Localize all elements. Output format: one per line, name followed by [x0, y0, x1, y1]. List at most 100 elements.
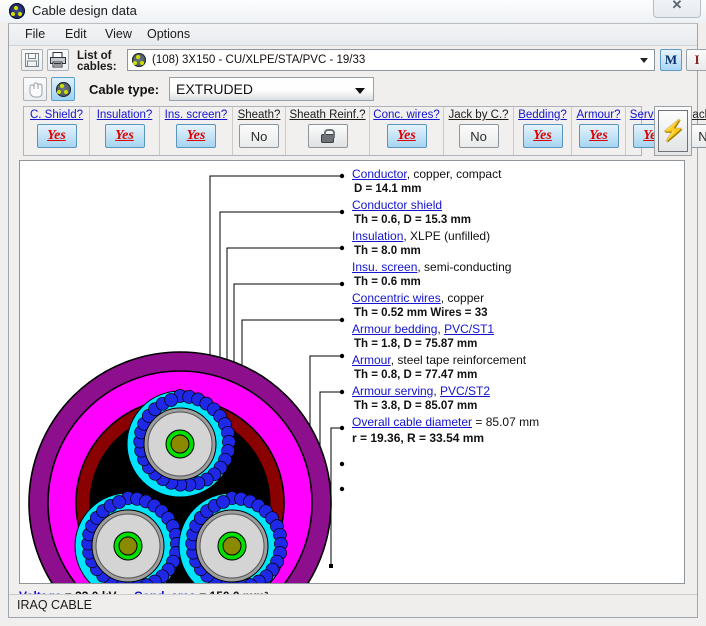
cable-icon-button[interactable]	[51, 77, 75, 101]
m-button[interactable]: M	[660, 49, 682, 71]
legend-link[interactable]: Armour bedding	[352, 322, 437, 336]
hand-glyph	[29, 82, 43, 98]
save-glyph	[25, 53, 39, 67]
legend-link[interactable]: Overall cable diameter	[352, 415, 472, 429]
legend-primary-line: Conductor shield	[352, 198, 682, 213]
cable-list-combobox[interactable]: (108) 3X150 - CU/XLPE/STA/PVC - 19/33	[127, 49, 655, 71]
i-button[interactable]: I	[686, 49, 706, 71]
legend-link-secondary[interactable]: PVC/ST2	[440, 384, 490, 398]
lock-icon	[321, 129, 335, 143]
legend-primary-line: r = 19.36, R = 33.54 mm	[352, 431, 682, 446]
chevron-down-icon[interactable]	[355, 88, 365, 94]
legend-item: Armour bedding, PVC/ST1 Th = 1.8, D = 75.…	[352, 322, 682, 352]
menu-item-file[interactable]: File	[21, 27, 49, 41]
legend-link[interactable]: Insulation	[352, 229, 403, 243]
option-toggle-button[interactable]	[307, 124, 348, 148]
legend-rest: , copper, compact	[406, 167, 502, 181]
option-toggle-button[interactable]: Yes	[104, 124, 145, 148]
status-text: IRAQ CABLE	[17, 598, 93, 612]
legend-link[interactable]: Concentric wires	[352, 291, 441, 305]
hand-icon[interactable]	[23, 77, 47, 101]
option-value: Yes	[186, 128, 206, 143]
legend-rest: , XLPE (unfilled)	[403, 229, 491, 243]
toolbar-row-cables: List of cables: (108) 3X150 - CU/XLPE/ST…	[9, 46, 706, 74]
menu-item-edit[interactable]: Edit	[61, 27, 91, 41]
option-title[interactable]: Insulation?	[97, 109, 153, 121]
menu-item-view[interactable]: View	[101, 27, 136, 41]
legend-rest: , semi-conducting	[417, 260, 512, 274]
legend-item: Insu. screen, semi-conducting Th = 0.6 mm	[352, 260, 682, 290]
close-icon[interactable]: ✕	[653, 0, 701, 18]
option-toggle-button[interactable]: Yes	[578, 124, 619, 148]
option-cell-sheath: Sheath? No	[233, 107, 286, 155]
legend-item: Conductor, copper, compact D = 14.1 mm	[352, 167, 682, 197]
option-toggle-button[interactable]: Yes	[36, 124, 77, 148]
legend-detail-line: Th = 0.6, D = 15.3 mm	[354, 214, 471, 226]
option-title[interactable]: C. Shield?	[30, 109, 83, 121]
option-title[interactable]: Sheath?	[238, 109, 281, 121]
menu-bar: File Edit View Options	[9, 24, 697, 46]
cable-icon	[132, 53, 146, 67]
list-label-line2: cables:	[77, 61, 117, 73]
option-cell-c-shield: C. Shield? Yes	[24, 107, 90, 155]
option-cell-jack-by-c: Jack by C.? No	[444, 107, 514, 155]
chevron-down-icon[interactable]	[640, 58, 648, 63]
option-title[interactable]: Bedding?	[518, 109, 567, 121]
option-title[interactable]: Ins. screen?	[165, 109, 228, 121]
option-title[interactable]: Jack by C.?	[448, 109, 508, 121]
calculate-button[interactable]: ⚡	[654, 106, 692, 156]
cable-type-combobox[interactable]: EXTRUDED	[169, 77, 374, 101]
menu-item-options[interactable]: Options	[143, 27, 194, 41]
cable-list-value: (108) 3X150 - CU/XLPE/STA/PVC - 19/33	[152, 54, 366, 66]
option-title[interactable]: Conc. wires?	[373, 109, 439, 121]
title-bar: Cable design data ✕	[0, 0, 706, 22]
legend-link[interactable]: Armour	[352, 353, 391, 367]
legend-detail-line: D = 14.1 mm	[354, 183, 422, 195]
print-glyph	[50, 52, 66, 68]
legend-list: Conductor, copper, compact D = 14.1 mm Con…	[352, 167, 682, 447]
legend-primary-line: Armour bedding, PVC/ST1	[352, 322, 682, 337]
lightning-bolt-icon: ⚡	[658, 110, 688, 152]
legend-link[interactable]: Conductor	[352, 167, 407, 181]
legend-primary-line: Insu. screen, semi-conducting	[352, 260, 682, 275]
legend-primary-line: Conductor, copper, compact	[352, 167, 682, 182]
legend-item: Insulation, XLPE (unfilled) Th = 8.0 mm	[352, 229, 682, 259]
legend-link-secondary[interactable]: PVC/ST1	[444, 322, 494, 336]
legend-primary-line: Armour, steel tape reinforcement	[352, 353, 682, 368]
option-toggle-button[interactable]: No	[458, 124, 499, 148]
cable-design-window: Cable design data ✕ File Edit View Optio…	[0, 0, 706, 626]
option-toggle-button[interactable]: No	[239, 124, 279, 148]
legend-rest: , copper	[440, 291, 485, 305]
legend-rest: r = 19.36, R = 33.54 mm	[352, 431, 485, 445]
option-title[interactable]: Sheath Reinf.?	[289, 109, 365, 121]
legend-detail-line: Th = 1.8, D = 75.87 mm	[354, 338, 478, 350]
option-value: No	[470, 128, 487, 144]
print-icon[interactable]	[47, 49, 69, 71]
legend-link[interactable]: Conductor shield	[352, 198, 442, 212]
option-value: Yes	[397, 128, 416, 143]
option-toggle-button[interactable]: Yes	[386, 124, 427, 148]
legend-primary-line: Concentric wires, copper	[352, 291, 682, 306]
option-toggle-button[interactable]: Yes	[176, 124, 216, 148]
status-bar: IRAQ CABLE	[9, 594, 697, 617]
legend-link[interactable]: Armour serving	[352, 384, 433, 398]
option-value: No	[250, 128, 268, 144]
option-cell-conc-wires: Conc. wires? Yes	[370, 107, 444, 155]
option-toggle-button[interactable]: Yes	[522, 124, 563, 148]
legend-link[interactable]: Insu. screen	[352, 260, 417, 274]
toolbar-row-type: Cable type: EXTRUDED	[9, 74, 697, 104]
option-value: Yes	[589, 128, 608, 143]
cable-cross-section	[28, 351, 332, 583]
legend-detail-line: Th = 0.8, D = 77.47 mm	[354, 369, 478, 381]
save-icon[interactable]	[21, 49, 43, 71]
cable-cross-section-canvas: Conductor, copper, compact D = 14.1 mm Con…	[19, 160, 685, 584]
window-title: Cable design data	[32, 3, 137, 18]
legend-item: Overall cable diameter = 85.07 mm	[352, 415, 682, 430]
legend-item: Armour, steel tape reinforcement Th = 0.8…	[352, 353, 682, 383]
client-area: File Edit View Options List of cables: (…	[8, 23, 706, 618]
option-title[interactable]: Armour?	[576, 109, 620, 121]
cable-icon	[56, 82, 71, 97]
legend-detail-line: Th = 8.0 mm	[354, 245, 421, 257]
legend-rest: = 85.07 mm	[472, 415, 540, 429]
list-of-cables-label: List of cables:	[77, 50, 117, 73]
